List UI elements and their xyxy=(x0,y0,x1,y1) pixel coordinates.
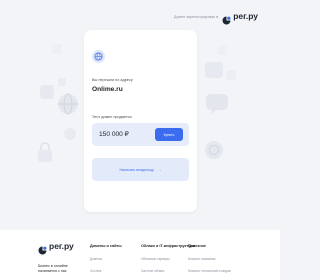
decor-lock-icon xyxy=(38,142,52,162)
footer-tagline: Бизнес в онлайне начинается с нас xyxy=(38,264,78,274)
header-logo[interactable]: рег.ру xyxy=(222,11,258,25)
footer-column-title: Домены и сайты xyxy=(90,244,122,248)
decor-coin-icon xyxy=(205,141,223,159)
footer: рег.ру Бизнес в онлайне начинается с нас… xyxy=(0,230,280,280)
footer-column-domains: Домены и сайты Домены Хостинг xyxy=(90,244,122,280)
buy-button[interactable]: Купить xyxy=(155,128,183,141)
footer-link[interactable]: Домены xyxy=(90,257,122,261)
domain-card: Вы перешли по адресу Onlime.ru Этот доме… xyxy=(84,30,197,212)
header-registrar: Домен зарегистрирован в рег.ру xyxy=(173,11,258,25)
footer-link[interactable]: Новости компании xyxy=(188,257,231,261)
decor-cube-left-icon xyxy=(40,85,54,99)
logo-text: рег.ру xyxy=(233,11,258,22)
registered-by-text: Домен зарегистрирован в xyxy=(173,14,219,19)
footer-link[interactable]: Хостинг xyxy=(90,269,122,273)
footer-link[interactable]: Частное облако xyxy=(141,269,195,273)
footer-link[interactable]: Новости технологий и медиа xyxy=(188,269,231,273)
contact-owner-button[interactable]: Написать владельцу → xyxy=(92,158,189,181)
footer-column-cloud: Облако и IT-инфраструктура Облачные серв… xyxy=(141,244,195,280)
footer-column-useful: Полезное Новости компании Новости технол… xyxy=(188,244,231,280)
footer-tagline-line2: начинается с нас xyxy=(38,269,67,273)
price-panel: 150 000 ₽ Купить xyxy=(92,123,189,146)
decor-globe-left-icon xyxy=(58,93,78,115)
buy-button-label: Купить xyxy=(163,132,175,137)
arrow-right-icon: → xyxy=(157,167,162,172)
for-sale-text: Этот домен продается xyxy=(92,115,132,119)
globe-icon xyxy=(92,50,105,63)
footer-column-title: Полезное xyxy=(188,244,207,248)
footer-column-title: Облако и IT-инфраструктура xyxy=(141,244,195,248)
footer-logo[interactable]: рег.ру xyxy=(38,241,74,255)
footer-reg-logo-icon xyxy=(38,242,47,255)
price-value: 150 000 ₽ xyxy=(99,131,129,138)
decor-bubble-icon xyxy=(206,94,228,115)
contact-owner-label: Написать владельцу xyxy=(119,167,154,172)
footer-logo-text: рег.ру xyxy=(49,241,74,252)
redirect-text: Вы перешли по адресу xyxy=(92,78,133,82)
reg-logo-icon xyxy=(222,12,231,25)
footer-link[interactable]: Облачные серверы xyxy=(141,257,195,261)
domain-name: Onlime.ru xyxy=(92,86,123,93)
